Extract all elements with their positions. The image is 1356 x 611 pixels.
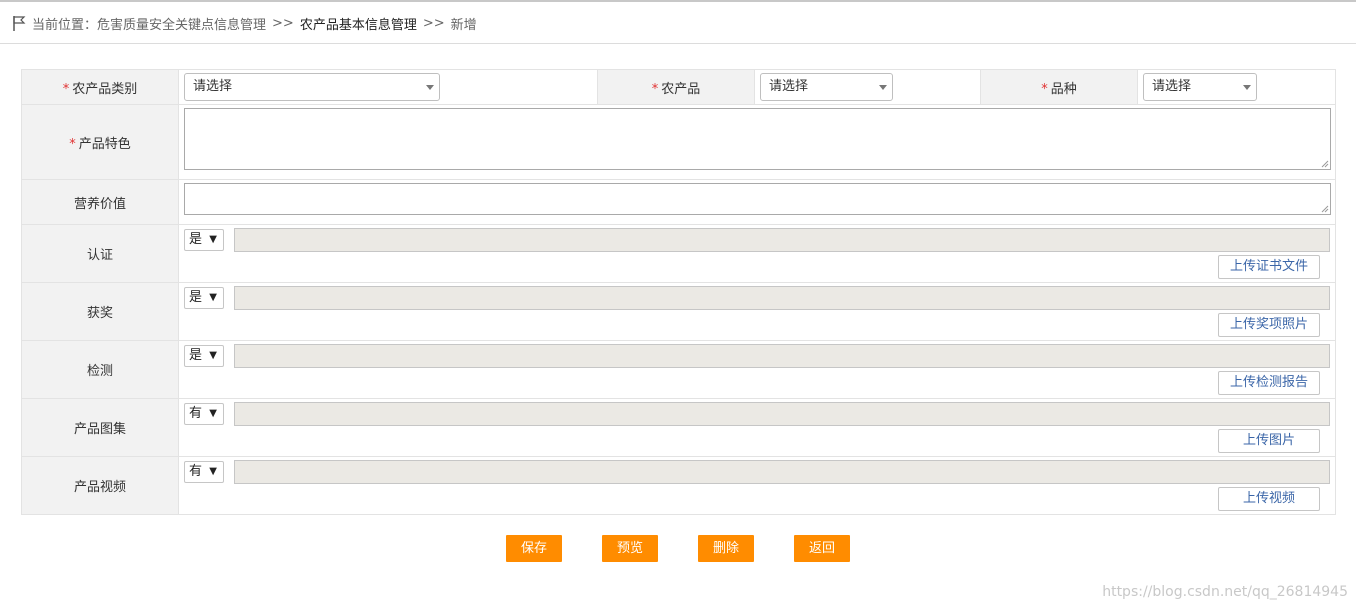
dropdown-arrow-icon: ▼	[209, 466, 217, 477]
feature-textarea[interactable]	[184, 108, 1331, 170]
certification-select[interactable]: 是 ▼	[184, 229, 224, 251]
variety-label: * 品种	[980, 69, 1138, 105]
product-form: * 农产品类别 请选择 * 农产品 请选择 * 品种 请选择 * 产品特色 营养…	[21, 69, 1336, 515]
dropdown-arrow-icon: ▼	[209, 234, 217, 245]
award-file-field	[234, 286, 1330, 310]
dropdown-arrow-icon: ▼	[209, 408, 217, 419]
upload-certificate-button[interactable]: 上传证书文件	[1218, 255, 1320, 279]
chevron-down-icon	[426, 85, 434, 90]
breadcrumb-current: 新增	[450, 17, 477, 33]
required-mark: *	[1041, 81, 1048, 97]
action-bar: 保存 预览 删除 返回	[0, 535, 1356, 562]
dropdown-arrow-icon: ▼	[209, 292, 217, 303]
top-border	[0, 0, 1356, 2]
upload-image-button[interactable]: 上传图片	[1218, 429, 1320, 453]
certification-label: 认证	[21, 224, 179, 283]
video-file-field	[234, 460, 1330, 484]
breadcrumb-divider	[0, 43, 1356, 44]
nutrition-textarea[interactable]	[184, 183, 1331, 215]
breadcrumb-level2[interactable]: 农产品基本信息管理	[300, 14, 417, 33]
product-label: * 农产品	[597, 69, 755, 105]
required-mark: *	[651, 81, 659, 97]
resize-grip-icon	[1321, 205, 1329, 213]
breadcrumb: 当前位置： 危害质量安全关键点信息管理 >> 农产品基本信息管理 >> 新增	[12, 14, 477, 33]
inspection-file-field	[234, 344, 1330, 368]
award-select[interactable]: 是 ▼	[184, 287, 224, 309]
breadcrumb-level1[interactable]: 危害质量安全关键点信息管理	[97, 14, 266, 33]
save-button[interactable]: 保存	[506, 535, 562, 562]
flag-icon	[13, 16, 26, 31]
delete-button[interactable]: 删除	[698, 535, 754, 562]
required-mark: *	[62, 81, 70, 97]
category-select[interactable]: 请选择	[184, 73, 440, 101]
inspection-label: 检测	[21, 340, 179, 399]
preview-button[interactable]: 预览	[602, 535, 658, 562]
resize-grip-icon	[1321, 160, 1329, 168]
variety-select[interactable]: 请选择	[1143, 73, 1257, 101]
required-mark: *	[69, 136, 76, 152]
dropdown-arrow-icon: ▼	[209, 350, 217, 361]
gallery-select[interactable]: 有 ▼	[184, 403, 224, 425]
gallery-label: 产品图集	[21, 398, 179, 457]
feature-label: * 产品特色	[21, 104, 179, 180]
video-label: 产品视频	[21, 456, 179, 515]
award-label: 获奖	[21, 282, 179, 341]
upload-award-photo-button[interactable]: 上传奖项照片	[1218, 313, 1320, 337]
inspection-select[interactable]: 是 ▼	[184, 345, 224, 367]
video-select[interactable]: 有 ▼	[184, 461, 224, 483]
product-select[interactable]: 请选择	[760, 73, 893, 101]
watermark: https://blog.csdn.net/qq_26814945	[1102, 584, 1348, 600]
breadcrumb-separator: >>	[272, 15, 294, 31]
breadcrumb-separator: >>	[422, 15, 445, 31]
back-button[interactable]: 返回	[794, 535, 850, 562]
breadcrumb-prefix: 当前位置：	[32, 17, 98, 33]
category-label: * 农产品类别	[21, 69, 179, 105]
upload-inspection-report-button[interactable]: 上传检测报告	[1218, 371, 1320, 395]
gallery-file-field	[234, 402, 1330, 426]
chevron-down-icon	[1243, 85, 1251, 90]
chevron-down-icon	[879, 85, 887, 90]
nutrition-label: 营养价值	[21, 179, 179, 225]
certification-file-field	[234, 228, 1330, 252]
upload-video-button[interactable]: 上传视频	[1218, 487, 1320, 511]
